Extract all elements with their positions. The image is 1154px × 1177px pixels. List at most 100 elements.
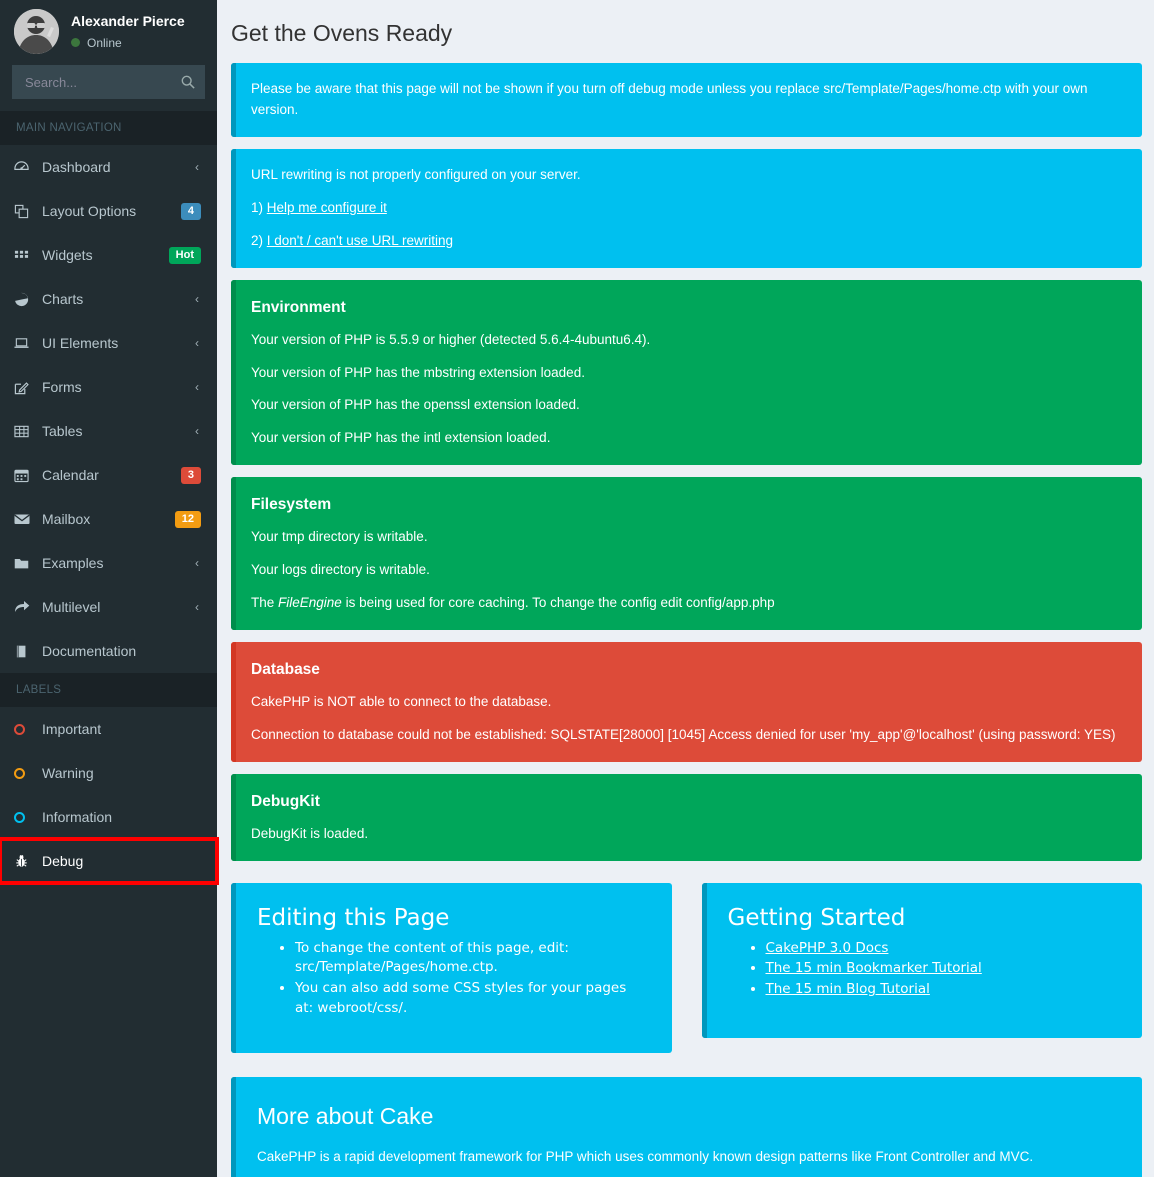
sidebar-item-label: Examples xyxy=(42,555,195,571)
filesystem-panel: Filesystem Your tmp directory is writabl… xyxy=(231,477,1142,630)
more-about-cake-title: More about Cake xyxy=(257,1103,1116,1130)
sidebar-item-charts[interactable]: Charts ‹ xyxy=(0,277,217,321)
no-url-rewriting-link[interactable]: I don't / can't use URL rewriting xyxy=(267,233,453,248)
debugkit-line: DebugKit is loaded. xyxy=(251,824,1122,845)
help-me-configure-link[interactable]: Help me configure it xyxy=(267,200,387,215)
cache-line-suffix: is being used for core caching. To chang… xyxy=(342,595,775,610)
cache-engine-name: FileEngine xyxy=(278,595,342,610)
sidebar-item-label: Forms xyxy=(42,379,195,395)
sidebar-item-documentation[interactable]: Documentation xyxy=(0,629,217,673)
sidebar-item-ui-elements[interactable]: UI Elements ‹ xyxy=(0,321,217,365)
database-line: CakePHP is NOT able to connect to the da… xyxy=(251,692,1122,713)
chevron-left-icon: ‹ xyxy=(195,292,199,306)
page-title: Get the Ovens Ready xyxy=(231,20,1142,47)
sidebar-item-forms[interactable]: Forms ‹ xyxy=(0,365,217,409)
option-2-prefix: 2) xyxy=(251,233,267,248)
user-info: Alexander Pierce Online xyxy=(71,13,185,50)
sidebar-item-label: Dashboard xyxy=(42,159,195,175)
avatar[interactable] xyxy=(14,9,59,54)
filesystem-line: Your logs directory is writable. xyxy=(251,560,1122,581)
sidebar-item-mailbox[interactable]: Mailbox 12 xyxy=(0,497,217,541)
sidebar-item-label: Multilevel xyxy=(42,599,195,615)
filesystem-title: Filesystem xyxy=(251,493,1122,517)
status-badge: Hot xyxy=(169,247,201,264)
sidebar-item-label: Charts xyxy=(42,291,195,307)
book-icon xyxy=(14,644,36,659)
main-nav-list: Dashboard ‹ Layout Options 4 Widgets xyxy=(0,145,217,673)
filesystem-line: Your tmp directory is writable. xyxy=(251,527,1122,548)
sidebar-item-label: UI Elements xyxy=(42,335,195,351)
debugkit-title: DebugKit xyxy=(251,790,1122,814)
sidebar-item-label: Information xyxy=(42,809,207,825)
widgets-icon xyxy=(14,248,36,263)
search-icon xyxy=(181,75,195,89)
sidebar-item-multilevel[interactable]: Multilevel ‹ xyxy=(0,585,217,629)
database-panel: Database CakePHP is NOT able to connect … xyxy=(231,642,1142,762)
chevron-left-icon: ‹ xyxy=(195,160,199,174)
debugkit-panel: DebugKit DebugKit is loaded. xyxy=(231,774,1142,861)
app-root: Alexander Pierce Online MAIN NAVIGATION xyxy=(0,0,1154,1177)
online-dot-icon xyxy=(71,38,80,47)
environment-panel: Environment Your version of PHP is 5.5.9… xyxy=(231,280,1142,466)
share-arrow-icon xyxy=(14,599,36,615)
sidebar-item-label: Documentation xyxy=(42,643,207,659)
sidebar-search xyxy=(12,65,205,99)
sidebar-item-label: Tables xyxy=(42,423,195,439)
url-rewriting-option-1: 1) Help me configure it xyxy=(251,198,1122,219)
circle-o-icon xyxy=(14,812,36,823)
sidebar-item-warning[interactable]: Warning xyxy=(0,751,217,795)
avatar-image xyxy=(14,9,59,54)
labels-nav-list: Important Warning Information Debug xyxy=(0,707,217,883)
sidebar-item-tables[interactable]: Tables ‹ xyxy=(0,409,217,453)
sidebar-item-label: Calendar xyxy=(42,467,181,483)
status-badge: 4 xyxy=(181,203,201,220)
list-item: To change the content of this page, edit… xyxy=(295,939,646,978)
url-rewriting-notice: URL rewriting is not properly configured… xyxy=(231,149,1142,268)
chevron-left-icon: ‹ xyxy=(195,424,199,438)
status-badge: 12 xyxy=(175,511,201,528)
getting-started-column: Getting Started CakePHP 3.0 Docs The 15 … xyxy=(702,883,1143,1053)
sidebar-item-debug[interactable]: Debug xyxy=(0,839,217,883)
main-content: Get the Ovens Ready Please be aware that… xyxy=(217,0,1154,1177)
editing-panel-list: To change the content of this page, edit… xyxy=(257,939,646,1018)
sidebar-item-calendar[interactable]: Calendar 3 xyxy=(0,453,217,497)
sidebar-item-dashboard[interactable]: Dashboard ‹ xyxy=(0,145,217,189)
database-error: Connection to database could not be esta… xyxy=(251,725,1122,746)
folder-icon xyxy=(14,556,36,571)
editing-this-page-panel: Editing this Page To change the content … xyxy=(231,883,672,1053)
sidebar-item-examples[interactable]: Examples ‹ xyxy=(0,541,217,585)
sidebar-item-label: Warning xyxy=(42,765,207,781)
chevron-left-icon: ‹ xyxy=(195,600,199,614)
list-item: The 15 min Blog Tutorial xyxy=(766,980,1117,1000)
status-badge: 3 xyxy=(181,467,201,484)
chevron-left-icon: ‹ xyxy=(195,556,199,570)
blog-tutorial-link[interactable]: The 15 min Blog Tutorial xyxy=(766,981,930,997)
sidebar: Alexander Pierce Online MAIN NAVIGATION xyxy=(0,0,217,1177)
debug-mode-notice-text: Please be aware that this page will not … xyxy=(251,79,1122,121)
sidebar-item-information[interactable]: Information xyxy=(0,795,217,839)
environment-title: Environment xyxy=(251,296,1122,320)
environment-line: Your version of PHP has the mbstring ext… xyxy=(251,363,1122,384)
user-name: Alexander Pierce xyxy=(71,13,185,30)
editing-panel-title: Editing this Page xyxy=(257,905,646,931)
sidebar-item-label: Debug xyxy=(42,853,207,869)
url-rewriting-option-2: 2) I don't / can't use URL rewriting xyxy=(251,231,1122,252)
bug-icon xyxy=(14,854,36,869)
url-rewriting-heading: URL rewriting is not properly configured… xyxy=(251,165,1122,186)
sidebar-item-label: Important xyxy=(42,721,207,737)
circle-o-icon xyxy=(14,768,36,779)
edit-icon xyxy=(14,380,36,395)
getting-started-panel: Getting Started CakePHP 3.0 Docs The 15 … xyxy=(702,883,1143,1038)
calendar-icon xyxy=(14,468,36,483)
list-item: CakePHP 3.0 Docs xyxy=(766,939,1117,959)
cakephp-docs-link[interactable]: CakePHP 3.0 Docs xyxy=(766,940,889,956)
sidebar-item-important[interactable]: Important xyxy=(0,707,217,751)
sidebar-item-layout-options[interactable]: Layout Options 4 xyxy=(0,189,217,233)
pie-chart-icon xyxy=(14,292,36,307)
search-button[interactable] xyxy=(171,65,205,99)
bookmarker-tutorial-link[interactable]: The 15 min Bookmarker Tutorial xyxy=(766,960,982,976)
sidebar-item-label: Mailbox xyxy=(42,511,175,527)
envelope-icon xyxy=(14,511,36,527)
getting-started-list: CakePHP 3.0 Docs The 15 min Bookmarker T… xyxy=(728,939,1117,1000)
sidebar-item-widgets[interactable]: Widgets Hot xyxy=(0,233,217,277)
